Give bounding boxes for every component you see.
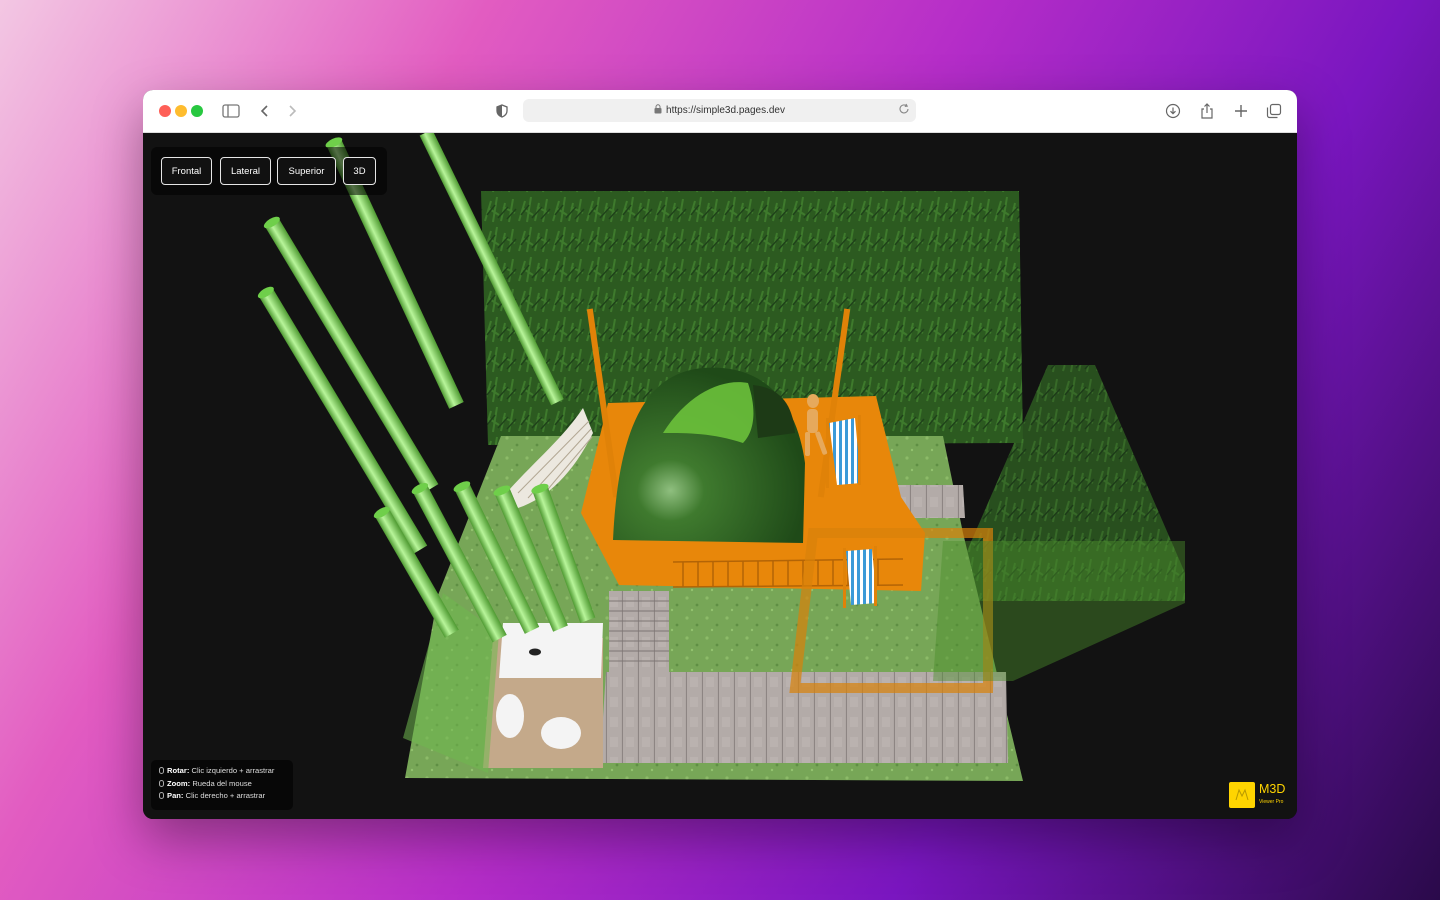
- logo-title: M3D: [1259, 782, 1286, 796]
- help-desc: Clic izquierdo + arrastrar: [191, 766, 275, 775]
- mouse-icon: [159, 767, 164, 774]
- 3d-scene[interactable]: [143, 133, 1297, 819]
- mouse-icon: [159, 792, 164, 800]
- browser-toolbar: https://simple3d.pages.dev: [143, 90, 1297, 133]
- minimize-window-button[interactable]: [175, 105, 187, 117]
- sink: [541, 717, 581, 749]
- view-mode-toolbar: Frontal Lateral Superior 3D: [151, 147, 387, 195]
- url-text: https://simple3d.pages.dev: [666, 105, 785, 116]
- view-lateral-button[interactable]: Lateral: [220, 157, 271, 185]
- browser-window: https://simple3d.pages.dev Frontal Later…: [143, 90, 1297, 819]
- logo-mark-icon: [1229, 782, 1255, 808]
- sidebar-toggle-icon[interactable]: [221, 101, 241, 121]
- help-desc: Rueda del mouse: [192, 778, 252, 788]
- back-icon[interactable]: [255, 101, 275, 121]
- help-desc: Clic derecho + arrastrar: [185, 791, 266, 801]
- mouse-icon: [159, 779, 164, 787]
- m3d-logo: M3D Viewer Pro: [1229, 782, 1291, 810]
- help-action: Rotar:: [167, 766, 190, 775]
- shower-tray: [499, 623, 603, 678]
- lock-icon: [654, 104, 662, 117]
- forward-icon[interactable]: [282, 101, 302, 121]
- tab-overview-icon[interactable]: [1264, 101, 1284, 121]
- address-bar[interactable]: https://simple3d.pages.dev: [523, 99, 916, 122]
- 3d-viewport[interactable]: Frontal Lateral Superior 3D Rotar: Clic …: [143, 133, 1297, 819]
- view-frontal-button[interactable]: Frontal: [161, 157, 212, 185]
- shower-drain: [529, 648, 541, 656]
- help-line-pan: Pan: Clic derecho + arrastrar: [159, 790, 293, 803]
- help-action: Pan:: [167, 791, 184, 801]
- hedge-transparent-front: [933, 541, 1185, 681]
- help-line-zoom: Zoom: Rueda del mouse: [159, 778, 293, 791]
- download-icon[interactable]: [1163, 101, 1183, 121]
- toilet: [496, 694, 524, 738]
- privacy-shield-icon[interactable]: [492, 101, 512, 121]
- help-line-rotate: Rotar: Clic izquierdo + arrastrar: [159, 765, 293, 778]
- bamboo-stalk: [264, 218, 439, 493]
- view-superior-button[interactable]: Superior: [277, 157, 336, 185]
- logo-subtitle: Viewer Pro: [1259, 799, 1284, 805]
- controls-help-panel: Rotar: Clic izquierdo + arrastrar Zoom: …: [151, 760, 293, 810]
- new-tab-icon[interactable]: [1231, 101, 1251, 121]
- help-action: Zoom:: [167, 778, 191, 788]
- close-window-button[interactable]: [159, 105, 171, 117]
- reload-icon[interactable]: [898, 103, 910, 118]
- maximize-window-button[interactable]: [191, 105, 203, 117]
- share-icon[interactable]: [1197, 101, 1217, 121]
- view-3d-button[interactable]: 3D: [343, 157, 376, 185]
